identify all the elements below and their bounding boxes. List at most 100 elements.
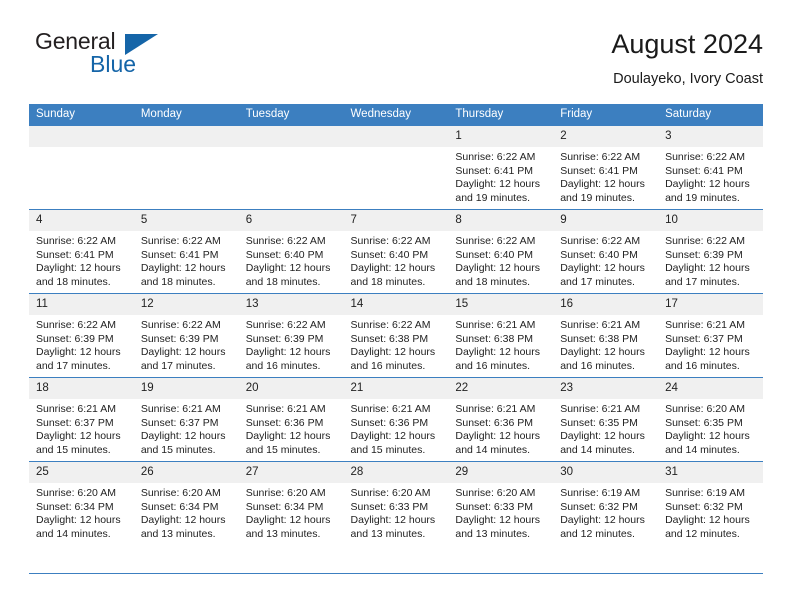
- day-cell-12[interactable]: 12 Sunrise: 6:22 AM Sunset: 6:39 PM Dayligh…: [133, 293, 239, 378]
- sunset-text: Sunset: 6:37 PM: [36, 416, 114, 429]
- daylight-text-line1: Daylight: 12 hours: [665, 430, 750, 443]
- day-cell-26[interactable]: 26 Sunrise: 6:20 AM Sunset: 6:34 PM Dayligh…: [133, 461, 239, 545]
- day-cell-27[interactable]: 27 Sunrise: 6:20 AM Sunset: 6:34 PM Dayligh…: [238, 461, 344, 545]
- day-cell-13[interactable]: 13 Sunrise: 6:22 AM Sunset: 6:39 PM Dayligh…: [238, 293, 344, 378]
- general-blue-logo[interactable]: General Blue: [29, 28, 249, 84]
- day-sun-info: Sunrise: 6:22 AM Sunset: 6:41 PM Daylight:…: [134, 231, 239, 289]
- sunrise-text: Sunrise: 6:22 AM: [245, 235, 326, 247]
- day-cell-25[interactable]: 25 Sunrise: 6:20 AM Sunset: 6:34 PM Dayligh…: [29, 461, 134, 545]
- day-cell-17[interactable]: 17 Sunrise: 6:21 AM Sunset: 6:37 PM Dayligh…: [658, 293, 763, 378]
- day-cell-empty: [29, 126, 134, 210]
- page-header: General Blue August 2024 Doulayeko, Ivor…: [29, 28, 763, 98]
- day-cell-16[interactable]: 16 Sunrise: 6:21 AM Sunset: 6:38 PM Dayligh…: [553, 293, 659, 378]
- sunset-text: Sunset: 6:40 PM: [560, 248, 638, 261]
- sunrise-text: Sunrise: 6:22 AM: [36, 235, 116, 247]
- day-sun-info: Sunrise: 6:19 AM Sunset: 6:32 PM Daylight:…: [553, 483, 658, 541]
- sunset-text: Sunset: 6:39 PM: [140, 332, 219, 345]
- daylight-text-line1: Daylight: 12 hours: [455, 430, 541, 443]
- day-cell-31[interactable]: 31 Sunrise: 6:19 AM Sunset: 6:32 PM Dayligh…: [658, 461, 763, 545]
- daylight-text-line2: and 15 minutes.: [245, 443, 321, 456]
- daylight-text-line2: and 13 minutes.: [455, 527, 531, 540]
- calendar-week-row: 25 Sunrise: 6:20 AM Sunset: 6:34 PM Dayligh…: [29, 461, 763, 545]
- day-cell-28[interactable]: 28 Sunrise: 6:20 AM Sunset: 6:33 PM Dayligh…: [343, 461, 449, 545]
- sunset-text: Sunset: 6:41 PM: [665, 164, 743, 177]
- sunset-text: Sunset: 6:33 PM: [350, 500, 429, 513]
- day-cell-21[interactable]: 21 Sunrise: 6:21 AM Sunset: 6:36 PM Dayligh…: [343, 377, 449, 462]
- day-cell-10[interactable]: 10 Sunrise: 6:22 AM Sunset: 6:39 PM Dayligh…: [658, 209, 763, 294]
- day-number: 18: [29, 378, 134, 399]
- daylight-text-line1: Daylight: 12 hours: [560, 514, 645, 527]
- day-sun-info: Sunrise: 6:20 AM Sunset: 6:34 PM Daylight:…: [239, 483, 344, 541]
- day-number: 14: [343, 294, 449, 315]
- day-cell-22[interactable]: 22 Sunrise: 6:21 AM Sunset: 6:36 PM Dayligh…: [448, 377, 554, 462]
- daylight-text-line2: and 15 minutes.: [36, 443, 111, 456]
- day-cell-30[interactable]: 30 Sunrise: 6:19 AM Sunset: 6:32 PM Dayligh…: [553, 461, 659, 545]
- daylight-text-line2: and 14 minutes.: [560, 443, 635, 456]
- sunrise-text: Sunrise: 6:21 AM: [560, 403, 641, 415]
- day-cell-2[interactable]: 2 Sunrise: 6:22 AM Sunset: 6:41 PM Daylight…: [553, 126, 659, 210]
- sunrise-text: Sunrise: 6:22 AM: [350, 319, 431, 331]
- page-subtitle-location: Doulayeko, Ivory Coast: [613, 71, 763, 87]
- weekday-header-wednesday: Wednesday: [343, 104, 449, 126]
- day-cell-14[interactable]: 14 Sunrise: 6:22 AM Sunset: 6:38 PM Dayligh…: [343, 293, 449, 378]
- day-cell-4[interactable]: 4 Sunrise: 6:22 AM Sunset: 6:41 PM Daylight…: [29, 209, 134, 294]
- daylight-text-line1: Daylight: 12 hours: [36, 430, 121, 443]
- day-number: 10: [658, 210, 763, 231]
- day-cell-11[interactable]: 11 Sunrise: 6:22 AM Sunset: 6:39 PM Dayligh…: [29, 293, 134, 378]
- daylight-text-line1: Daylight: 12 hours: [455, 514, 541, 527]
- sunrise-text: Sunrise: 6:22 AM: [560, 151, 641, 163]
- daylight-text-line1: Daylight: 12 hours: [36, 346, 121, 359]
- sunrise-text: Sunrise: 6:22 AM: [36, 319, 116, 331]
- sunrise-text: Sunrise: 6:20 AM: [36, 487, 116, 499]
- day-cell-20[interactable]: 20 Sunrise: 6:21 AM Sunset: 6:36 PM Dayligh…: [238, 377, 344, 462]
- sunrise-text: Sunrise: 6:21 AM: [455, 319, 536, 331]
- day-sun-info: Sunrise: 6:22 AM Sunset: 6:39 PM Daylight:…: [239, 315, 344, 373]
- day-number: [133, 126, 239, 147]
- sunset-text: Sunset: 6:40 PM: [350, 248, 429, 261]
- day-cell-19[interactable]: 19 Sunrise: 6:21 AM Sunset: 6:37 PM Dayligh…: [133, 377, 239, 462]
- day-number: 6: [238, 210, 344, 231]
- daylight-text-line1: Daylight: 12 hours: [350, 262, 436, 275]
- day-cell-empty: [133, 126, 239, 210]
- day-cell-8[interactable]: 8 Sunrise: 6:22 AM Sunset: 6:40 PM Daylight…: [448, 209, 554, 294]
- sunset-text: Sunset: 6:32 PM: [560, 500, 638, 513]
- sunrise-text: Sunrise: 6:21 AM: [350, 403, 431, 415]
- daylight-text-line1: Daylight: 12 hours: [140, 514, 226, 527]
- day-sun-info: Sunrise: 6:21 AM Sunset: 6:37 PM Daylight:…: [658, 315, 763, 373]
- day-cell-29[interactable]: 29 Sunrise: 6:20 AM Sunset: 6:33 PM Dayligh…: [448, 461, 554, 545]
- daylight-text-line2: and 12 minutes.: [560, 527, 635, 540]
- day-number: 4: [29, 210, 134, 231]
- day-cell-7[interactable]: 7 Sunrise: 6:22 AM Sunset: 6:40 PM Daylight…: [343, 209, 449, 294]
- daylight-text-line2: and 15 minutes.: [350, 443, 426, 456]
- day-cell-15[interactable]: 15 Sunrise: 6:21 AM Sunset: 6:38 PM Dayligh…: [448, 293, 554, 378]
- daylight-text-line1: Daylight: 12 hours: [36, 514, 121, 527]
- daylight-text-line1: Daylight: 12 hours: [140, 430, 226, 443]
- day-number: 2: [553, 126, 659, 147]
- daylight-text-line1: Daylight: 12 hours: [560, 262, 645, 275]
- day-cell-24[interactable]: 24 Sunrise: 6:20 AM Sunset: 6:35 PM Dayligh…: [658, 377, 763, 462]
- daylight-text-line2: and 19 minutes.: [665, 191, 740, 204]
- sunset-text: Sunset: 6:37 PM: [665, 332, 743, 345]
- day-cell-1[interactable]: 1 Sunrise: 6:22 AM Sunset: 6:41 PM Daylight…: [448, 126, 554, 210]
- day-number: 13: [238, 294, 344, 315]
- day-number: 8: [448, 210, 554, 231]
- daylight-text-line2: and 13 minutes.: [350, 527, 426, 540]
- sunrise-text: Sunrise: 6:20 AM: [245, 487, 326, 499]
- day-cell-18[interactable]: 18 Sunrise: 6:21 AM Sunset: 6:37 PM Dayligh…: [29, 377, 134, 462]
- daylight-text-line2: and 17 minutes.: [665, 275, 740, 288]
- calendar-header-row: Sunday Monday Tuesday Wednesday Thursday Frid…: [29, 104, 763, 126]
- day-number: [343, 126, 449, 147]
- daylight-text-line1: Daylight: 12 hours: [350, 514, 436, 527]
- day-cell-5[interactable]: 5 Sunrise: 6:22 AM Sunset: 6:41 PM Daylight…: [133, 209, 239, 294]
- day-cell-23[interactable]: 23 Sunrise: 6:21 AM Sunset: 6:35 PM Dayligh…: [553, 377, 659, 462]
- day-cell-3[interactable]: 3 Sunrise: 6:22 AM Sunset: 6:41 PM Daylight…: [658, 126, 763, 210]
- sunrise-text: Sunrise: 6:22 AM: [140, 235, 221, 247]
- daylight-text-line1: Daylight: 12 hours: [245, 430, 331, 443]
- day-cell-6[interactable]: 6 Sunrise: 6:22 AM Sunset: 6:40 PM Daylight…: [238, 209, 344, 294]
- day-cell-9[interactable]: 9 Sunrise: 6:22 AM Sunset: 6:40 PM Daylight…: [553, 209, 659, 294]
- daylight-text-line2: and 18 minutes.: [455, 275, 531, 288]
- day-sun-info: Sunrise: 6:20 AM Sunset: 6:34 PM Daylight:…: [29, 483, 134, 541]
- daylight-text-line1: Daylight: 12 hours: [560, 430, 645, 443]
- daylight-text-line2: and 18 minutes.: [140, 275, 216, 288]
- daylight-text-line1: Daylight: 12 hours: [455, 178, 541, 191]
